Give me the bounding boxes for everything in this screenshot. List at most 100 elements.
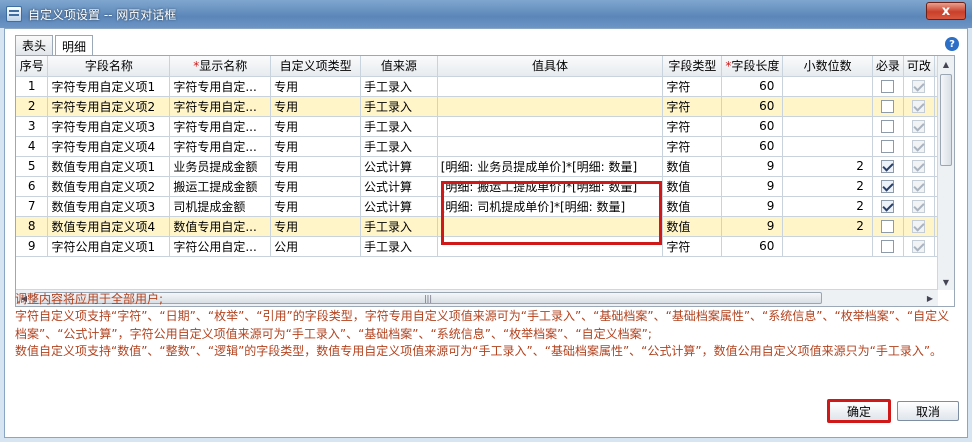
cell-value-source[interactable]: 公式计算 [360, 156, 438, 177]
cell-value-source[interactable]: 公式计算 [360, 196, 438, 217]
required-checkbox[interactable] [881, 240, 895, 253]
cell-decimals[interactable]: 2 [782, 216, 873, 237]
cell-field-length[interactable]: 60 [721, 236, 784, 257]
cell-value-detail[interactable]: [明细: 业务员提成单价]*[明细: 数量] [437, 156, 664, 177]
table-row[interactable]: 4 字符专用自定义项4 字符专用自定... 专用 手工录入 字符 60 [16, 136, 954, 157]
col-header-decimals[interactable]: 小数位数 [782, 56, 873, 77]
cell-decimals[interactable] [782, 136, 873, 157]
cell-value-source[interactable]: 手工录入 [360, 136, 438, 157]
cell-field-name[interactable]: 数值专用自定义项2 [47, 176, 171, 197]
cell-field-length[interactable]: 60 [721, 136, 784, 157]
cell-value-detail[interactable]: [明细: 搬运工提成单价]*[明细: 数量] [437, 176, 664, 197]
col-header-display-name[interactable]: *显示名称 [169, 56, 272, 77]
table-row[interactable]: 5 数值专用自定义项1 业务员提成金额 专用 公式计算 [明细: 业务员提成单价]*[明细… [16, 156, 954, 177]
editable-checkbox[interactable] [912, 80, 926, 93]
cell-field-type[interactable]: 数值 [662, 196, 723, 217]
col-header-item-type[interactable]: 自定义项类型 [270, 56, 362, 77]
cell-item-type[interactable]: 专用 [270, 216, 362, 237]
table-row[interactable]: 8 数值专用自定义项4 数值专用自定... 专用 手工录入 数值 9 2 [16, 216, 954, 237]
editable-checkbox[interactable] [912, 180, 926, 193]
required-checkbox[interactable] [881, 140, 895, 153]
cell-seq[interactable]: 6 [16, 176, 49, 197]
required-checkbox[interactable] [881, 160, 895, 173]
cell-seq[interactable]: 3 [16, 116, 49, 137]
help-icon[interactable]: ? [945, 37, 959, 51]
required-checkbox[interactable] [881, 100, 895, 113]
cell-item-type[interactable]: 专用 [270, 116, 362, 137]
cell-decimals[interactable] [782, 96, 873, 117]
close-button[interactable]: x [926, 2, 966, 20]
cell-field-length[interactable]: 60 [721, 76, 784, 97]
cell-display-name[interactable]: 字符公用自定... [169, 236, 272, 257]
cell-field-type[interactable]: 字符 [662, 96, 723, 117]
cell-item-type[interactable]: 专用 [270, 176, 362, 197]
cell-field-type[interactable]: 字符 [662, 76, 723, 97]
editable-checkbox[interactable] [912, 160, 926, 173]
cell-field-type[interactable]: 字符 [662, 136, 723, 157]
cell-field-length[interactable]: 9 [721, 156, 784, 177]
col-header-field-type[interactable]: 字段类型 [662, 56, 723, 77]
cell-seq[interactable]: 9 [16, 236, 49, 257]
cell-value-source[interactable]: 手工录入 [360, 236, 438, 257]
required-checkbox[interactable] [881, 80, 895, 93]
cell-seq[interactable]: 7 [16, 196, 49, 217]
cell-field-type[interactable]: 字符 [662, 236, 723, 257]
cell-value-source[interactable]: 公式计算 [360, 176, 438, 197]
col-header-required[interactable]: 必录 [872, 56, 904, 77]
cell-field-name[interactable]: 字符专用自定义项2 [47, 96, 171, 117]
cell-field-length[interactable]: 60 [721, 96, 784, 117]
cell-value-detail[interactable] [437, 136, 664, 157]
table-row[interactable]: 1 字符专用自定义项1 字符专用自定... 专用 手工录入 字符 60 [16, 76, 954, 97]
cell-field-name[interactable]: 字符专用自定义项3 [47, 116, 171, 137]
required-checkbox[interactable] [881, 220, 895, 233]
cell-decimals[interactable] [782, 76, 873, 97]
cell-field-name[interactable]: 数值专用自定义项1 [47, 156, 171, 177]
cell-display-name[interactable]: 字符专用自定... [169, 76, 272, 97]
vertical-scrollbar[interactable]: ▲ ▼ [937, 56, 954, 290]
table-row[interactable]: 2 字符专用自定义项2 字符专用自定... 专用 手工录入 字符 60 [16, 96, 954, 117]
cell-decimals[interactable] [782, 236, 873, 257]
cell-field-length[interactable]: 9 [721, 176, 784, 197]
cell-display-name[interactable]: 司机提成金额 [169, 196, 272, 217]
editable-checkbox[interactable] [912, 100, 926, 113]
table-row[interactable]: 3 字符专用自定义项3 字符专用自定... 专用 手工录入 字符 60 [16, 116, 954, 137]
cell-field-length[interactable]: 9 [721, 196, 784, 217]
cell-display-name[interactable]: 字符专用自定... [169, 116, 272, 137]
cell-seq[interactable]: 4 [16, 136, 49, 157]
col-header-value-detail[interactable]: 值具体 [437, 56, 664, 77]
col-header-field-name[interactable]: 字段名称 [47, 56, 171, 77]
cell-field-name[interactable]: 字符专用自定义项1 [47, 76, 171, 97]
cell-value-source[interactable]: 手工录入 [360, 76, 438, 97]
editable-checkbox[interactable] [912, 220, 926, 233]
editable-checkbox[interactable] [912, 240, 926, 253]
tab-detail[interactable]: 明细 [55, 35, 94, 56]
cell-value-detail[interactable] [437, 216, 664, 237]
cell-field-name[interactable]: 数值专用自定义项4 [47, 216, 171, 237]
cell-value-detail[interactable] [437, 76, 664, 97]
table-row[interactable]: 9 字符公用自定义项1 字符公用自定... 公用 手工录入 字符 60 [16, 236, 954, 257]
cell-decimals[interactable]: 2 [782, 196, 873, 217]
required-checkbox[interactable] [881, 180, 895, 193]
cell-field-type[interactable]: 字符 [662, 116, 723, 137]
scroll-up-icon[interactable]: ▲ [938, 56, 954, 72]
cell-value-detail[interactable]: [明细: 司机提成单价]*[明细: 数量] [437, 196, 664, 217]
cell-field-name[interactable]: 字符公用自定义项1 [47, 236, 171, 257]
cell-display-name[interactable]: 字符专用自定... [169, 136, 272, 157]
cell-field-length[interactable]: 60 [721, 116, 784, 137]
cell-decimals[interactable]: 2 [782, 156, 873, 177]
cell-seq[interactable]: 5 [16, 156, 49, 177]
cancel-button[interactable]: 取消 [897, 401, 959, 421]
editable-checkbox[interactable] [912, 200, 926, 213]
cell-item-type[interactable]: 专用 [270, 156, 362, 177]
col-header-field-length[interactable]: *字段长度 [721, 56, 784, 77]
cell-display-name[interactable]: 业务员提成金额 [169, 156, 272, 177]
cell-field-type[interactable]: 数值 [662, 176, 723, 197]
cell-display-name[interactable]: 搬运工提成金额 [169, 176, 272, 197]
cell-display-name[interactable]: 数值专用自定... [169, 216, 272, 237]
editable-checkbox[interactable] [912, 140, 926, 153]
cell-seq[interactable]: 1 [16, 76, 49, 97]
cell-item-type[interactable]: 专用 [270, 96, 362, 117]
cell-value-source[interactable]: 手工录入 [360, 116, 438, 137]
col-header-editable[interactable]: 可改 [903, 56, 935, 77]
cell-field-name[interactable]: 数值专用自定义项3 [47, 196, 171, 217]
